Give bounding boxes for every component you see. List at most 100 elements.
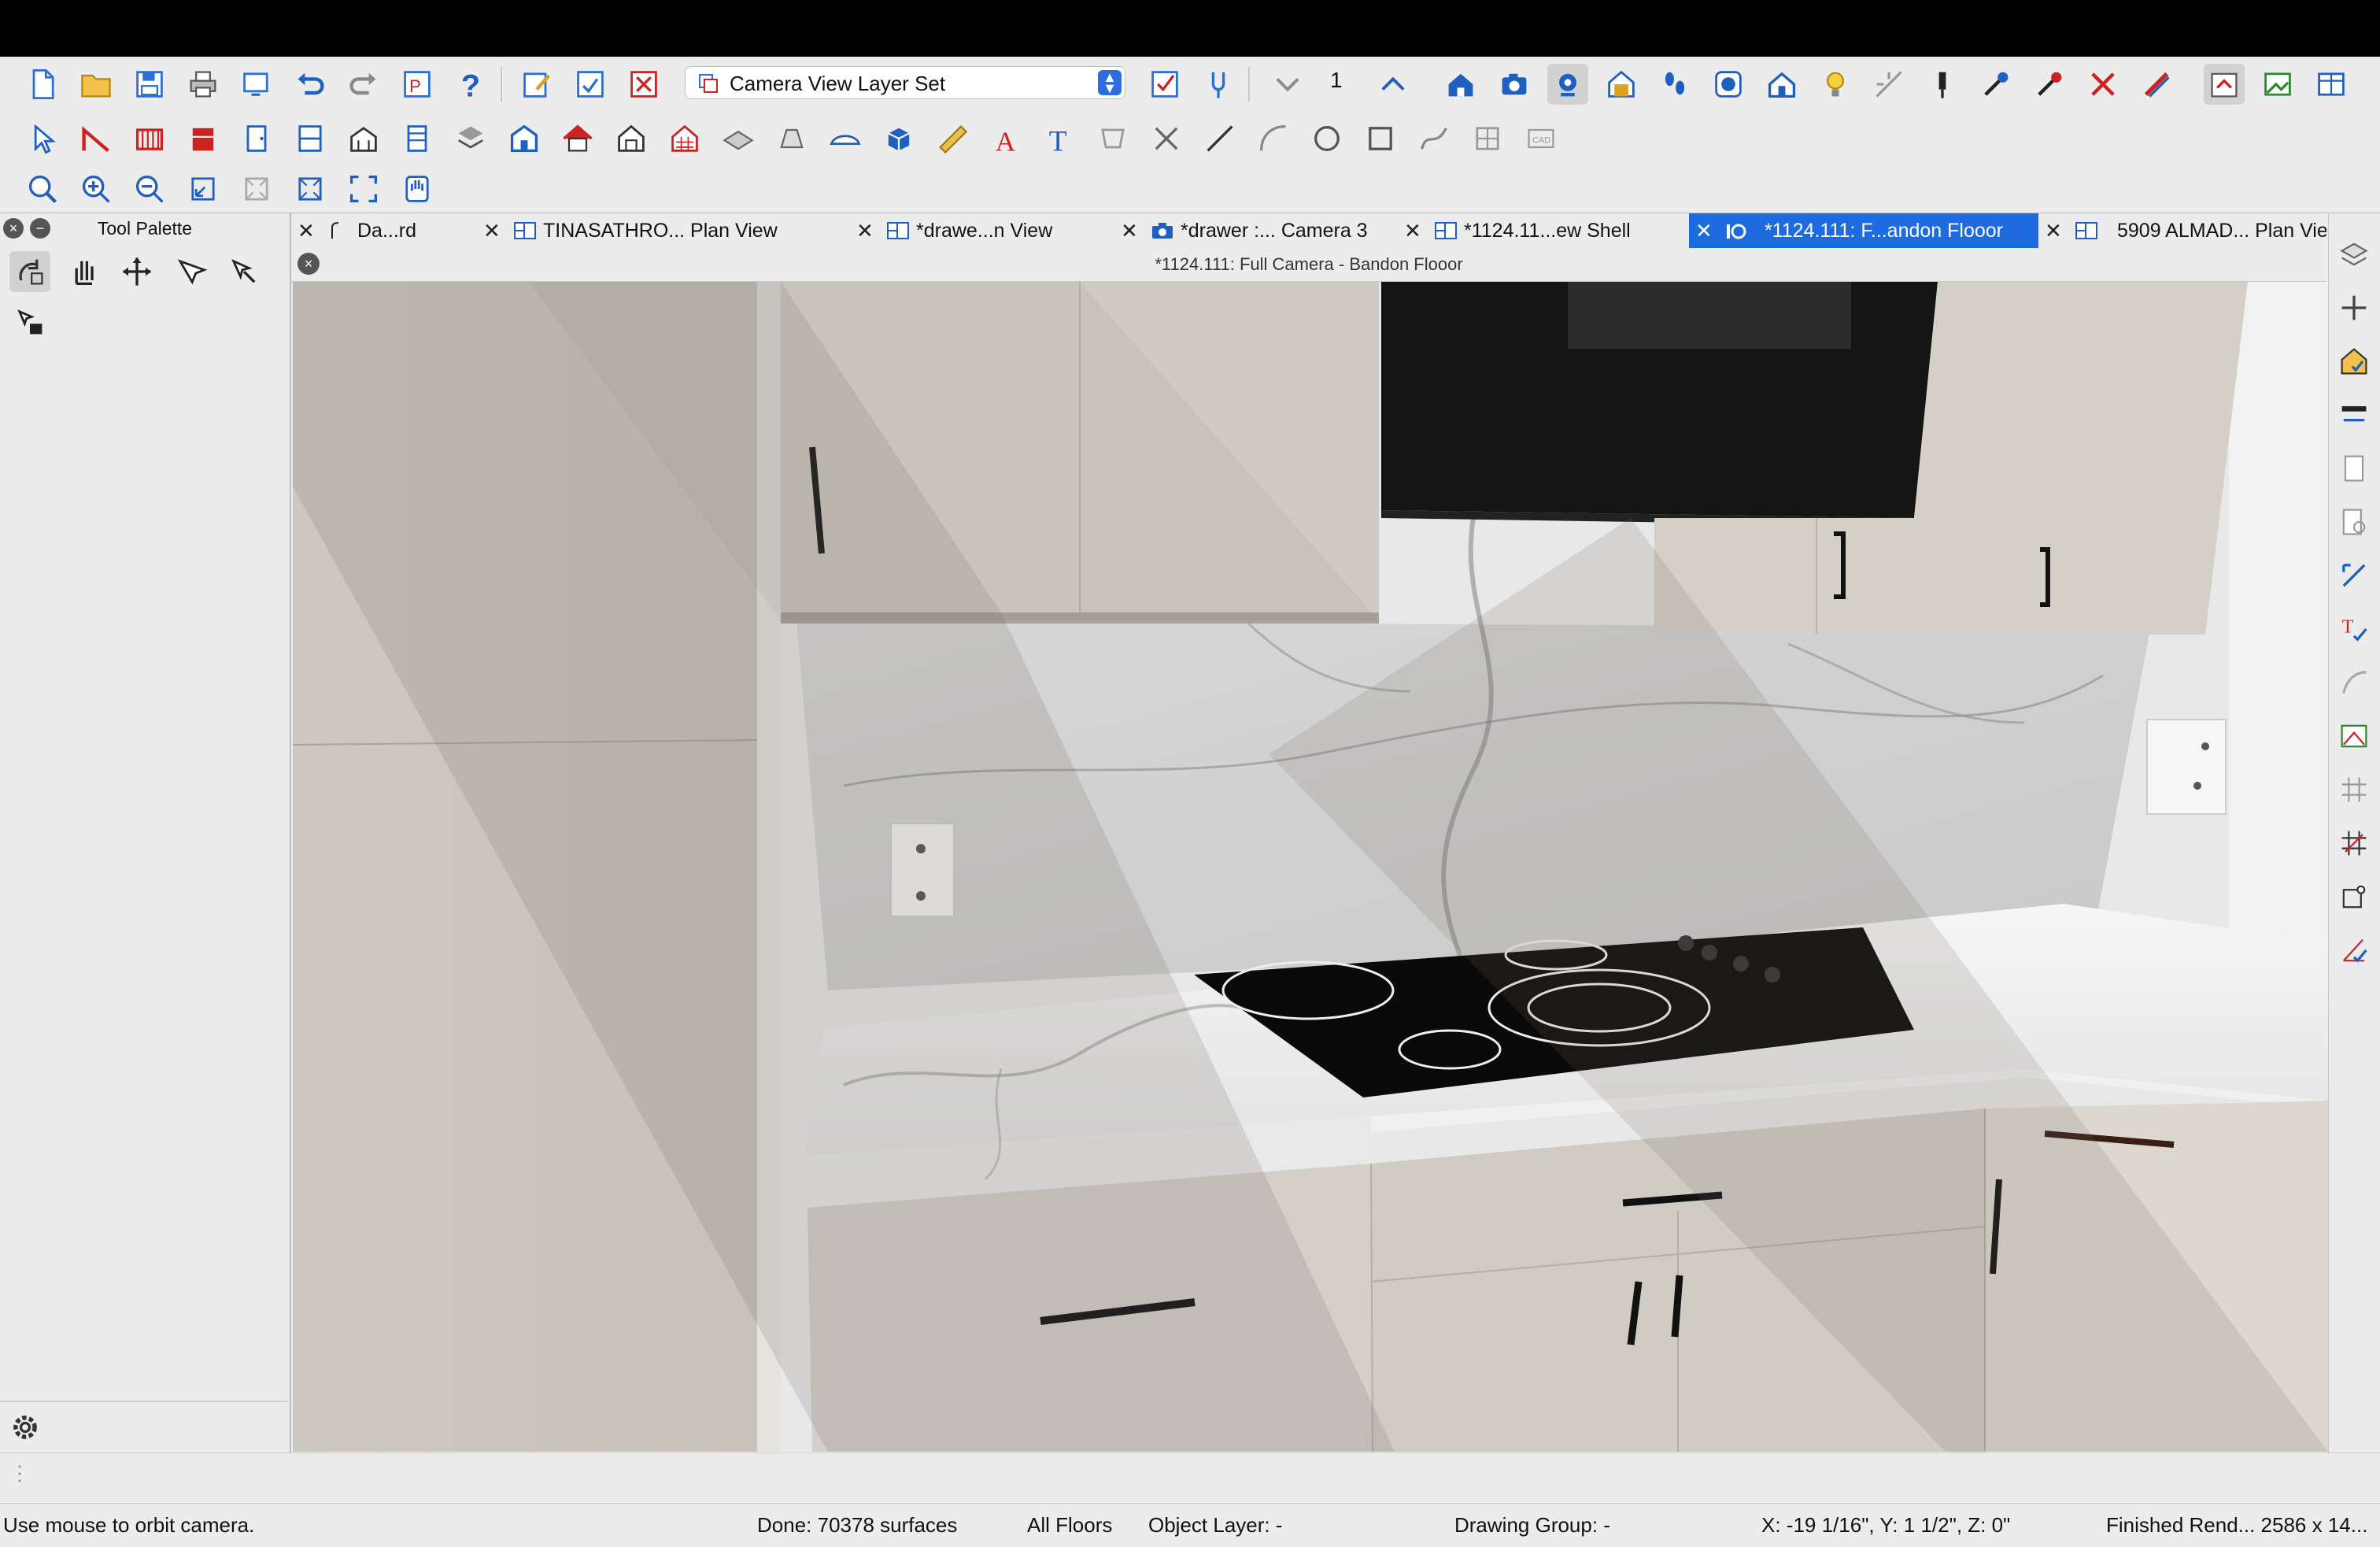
move-camera-icon[interactable] — [116, 251, 157, 292]
walkthrough-icon[interactable] — [1654, 64, 1695, 105]
rectangle-tool-icon[interactable] — [1360, 118, 1401, 159]
render-camera-icon[interactable] — [1708, 64, 1749, 105]
terrain-tool-icon[interactable] — [718, 118, 759, 159]
cad-block-icon[interactable]: CAD — [1521, 118, 1561, 159]
fill-window-building-icon[interactable] — [290, 168, 331, 209]
appliance-tool-icon[interactable] — [825, 118, 866, 159]
print-preview-icon[interactable] — [236, 64, 277, 105]
layer-display-icon[interactable] — [1144, 64, 1185, 105]
pin-tool-icon[interactable] — [1922, 64, 1963, 105]
drag-handle-icon[interactable]: ⋮ — [9, 1461, 30, 1486]
image-export-icon[interactable] — [2257, 64, 2298, 105]
shape-tool-icon[interactable] — [771, 118, 812, 159]
angle-snap-icon[interactable] — [2334, 930, 2374, 971]
zoom-out-icon[interactable] — [129, 168, 170, 209]
tab-view-2[interactable]: ✕ TINASATHRO... Plan View — [477, 213, 850, 248]
document-search-icon[interactable] — [2334, 501, 2374, 542]
image-toggle-icon[interactable] — [2334, 716, 2374, 757]
framing-tool-icon[interactable] — [343, 118, 384, 159]
fill-window-icon[interactable] — [236, 168, 277, 209]
sun-angle-icon[interactable] — [1868, 64, 1909, 105]
floor-down-icon[interactable] — [1267, 64, 1308, 105]
help-icon[interactable]: ? — [450, 64, 491, 105]
open-folder-icon[interactable] — [76, 64, 116, 105]
library-browser-icon[interactable] — [1467, 118, 1508, 159]
cad-shape-icon[interactable] — [1092, 118, 1133, 159]
delete-surfaces-icon[interactable] — [2082, 64, 2123, 105]
wall-tool-icon[interactable] — [76, 118, 116, 159]
delete-tool-icon[interactable] — [1146, 118, 1187, 159]
arc-toggle-icon[interactable] — [2334, 662, 2374, 703]
add-icon[interactable] — [2334, 287, 2374, 328]
window-layout-icon[interactable] — [2311, 64, 2352, 105]
orbit-camera-icon[interactable] — [9, 251, 50, 292]
grid-icon[interactable] — [2334, 769, 2374, 810]
floor-up-icon[interactable] — [1373, 64, 1414, 105]
tab-view-3[interactable]: ✕ *drawe...n View — [850, 213, 1114, 248]
close-view-icon[interactable] — [623, 64, 664, 105]
redo-icon[interactable] — [343, 64, 384, 105]
close-tab-icon[interactable]: ✕ — [1121, 213, 1138, 248]
cross-section-icon[interactable] — [2136, 64, 2177, 105]
house-plan-icon[interactable] — [1440, 64, 1481, 105]
full-screen-icon[interactable] — [343, 168, 384, 209]
text-toggle-icon[interactable]: T — [2334, 609, 2374, 650]
tab-view-6[interactable]: ✕ *1124.111: F...andon Flooor — [1689, 213, 2038, 248]
preferences-icon[interactable]: P — [397, 64, 438, 105]
snap-grid-icon[interactable] — [2334, 823, 2374, 864]
close-tab-icon[interactable]: ✕ — [1695, 213, 1713, 248]
window-tool-icon[interactable] — [290, 118, 331, 159]
box-tool-icon[interactable] — [878, 118, 919, 159]
gear-icon[interactable] — [5, 1407, 46, 1448]
reverse-view-icon[interactable] — [2204, 64, 2245, 105]
spline-tool-icon[interactable] — [1414, 118, 1454, 159]
zoom-window-icon[interactable] — [22, 168, 63, 209]
close-tab-icon[interactable]: ✕ — [1404, 213, 1421, 248]
line-tool-icon[interactable] — [1199, 118, 1240, 159]
railing-tool-icon[interactable] — [129, 118, 170, 159]
material-painter-icon[interactable] — [2029, 64, 2070, 105]
close-tab-icon[interactable]: ✕ — [483, 213, 501, 248]
pan-hand-icon[interactable] — [397, 168, 438, 209]
save-view-icon[interactable] — [570, 64, 611, 105]
light-bulb-icon[interactable] — [1815, 64, 1856, 105]
tab-view-7[interactable]: ✕ 5909 ALMAD... Plan View — [2038, 213, 2326, 248]
wall-layer-icon[interactable] — [2334, 394, 2374, 435]
zoom-in-icon[interactable] — [76, 168, 116, 209]
slab-tool-icon[interactable] — [450, 118, 491, 159]
layers-icon[interactable] — [2334, 234, 2374, 275]
full-camera-icon[interactable] — [1547, 64, 1588, 105]
tab-view-5[interactable]: ✕ *1124.11...ew Shell — [1398, 213, 1689, 248]
page-icon[interactable] — [2334, 448, 2374, 489]
undo-icon[interactable] — [290, 64, 331, 105]
doll-house-icon[interactable] — [1601, 64, 1642, 105]
save-icon[interactable] — [129, 64, 170, 105]
text-tool-icon[interactable]: T — [1039, 118, 1080, 159]
layer-set-select[interactable]: Camera View Layer Set ▲ ▼ — [685, 66, 1125, 99]
tab-view-4[interactable]: ✕ *drawer :... Camera 3 — [1114, 213, 1398, 248]
new-file-icon[interactable] — [22, 64, 63, 105]
select-objects-icon[interactable] — [22, 118, 63, 159]
door-tool-icon[interactable] — [236, 118, 277, 159]
tab-view-1[interactable]: ✕ Da...rd — [291, 213, 477, 248]
circle-tool-icon[interactable] — [1306, 118, 1347, 159]
dormer-tool-icon[interactable] — [611, 118, 652, 159]
horizontal-scroll-area[interactable]: ⋮ — [0, 1453, 2380, 1504]
print-icon[interactable] — [183, 64, 224, 105]
close-tab-icon[interactable]: ✕ — [856, 213, 874, 248]
undo-zoom-icon[interactable] — [183, 168, 224, 209]
arc-tool-icon[interactable] — [1253, 118, 1294, 159]
dimension-ruler-icon[interactable] — [932, 118, 973, 159]
building-tool-icon[interactable] — [504, 118, 545, 159]
text-arrow-icon[interactable]: A — [985, 118, 1026, 159]
stairs-tool-icon[interactable] — [397, 118, 438, 159]
eyedropper-icon[interactable] — [1975, 64, 2016, 105]
dimension-toggle-icon[interactable] — [2334, 555, 2374, 596]
select-surface-icon[interactable] — [9, 302, 50, 342]
camera-icon[interactable] — [1494, 64, 1535, 105]
roof-tool-icon[interactable] — [557, 118, 598, 159]
house-edit-icon[interactable] — [2334, 341, 2374, 382]
object-snap-icon[interactable] — [2334, 876, 2374, 917]
camera-3d-viewport[interactable] — [293, 282, 2328, 1452]
house-grid-icon[interactable] — [664, 118, 705, 159]
